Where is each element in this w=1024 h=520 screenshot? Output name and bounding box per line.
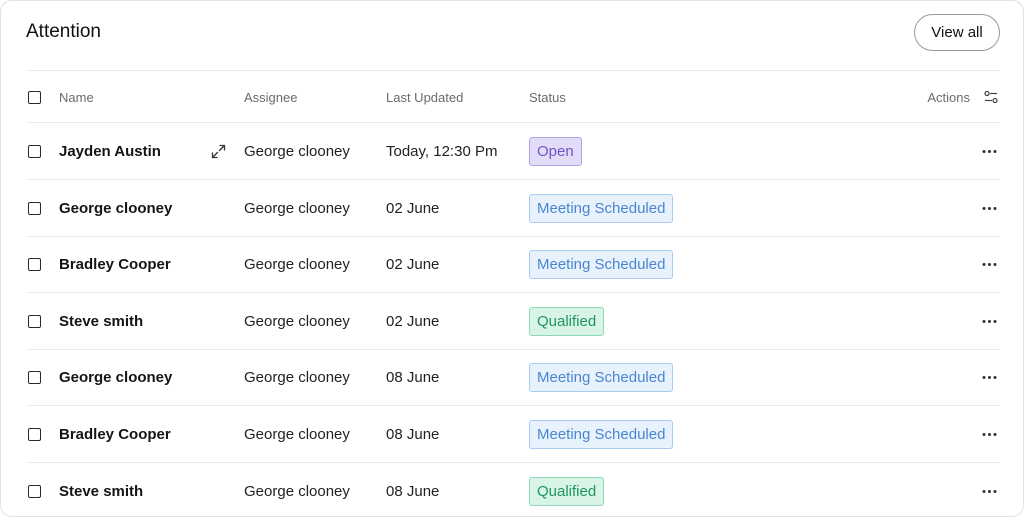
row-name[interactable]: Bradley Cooper xyxy=(59,236,171,293)
row-last-updated: 08 June xyxy=(386,369,440,387)
column-header-actions: Actions xyxy=(927,90,970,105)
status-badge: Meeting Scheduled xyxy=(529,363,674,393)
row-name[interactable]: George clooney xyxy=(59,180,172,237)
row-last-updated: 08 June xyxy=(386,426,440,443)
more-horizontal-icon[interactable] xyxy=(982,319,997,324)
row-name[interactable]: Bradley Cooper xyxy=(59,406,171,463)
table-header: Name Assignee Last Updated Status Action… xyxy=(26,72,1000,123)
row-assignee: George clooney xyxy=(244,199,350,217)
status-badge: Meeting Scheduled xyxy=(529,193,674,223)
more-horizontal-icon[interactable] xyxy=(982,432,997,437)
row-assignee: George clooney xyxy=(244,482,350,500)
column-header-assignee[interactable]: Assignee xyxy=(244,72,297,123)
more-horizontal-icon[interactable] xyxy=(982,206,997,211)
column-header-last-updated[interactable]: Last Updated xyxy=(386,72,463,123)
row-assignee: George clooney xyxy=(244,256,350,274)
more-horizontal-icon[interactable] xyxy=(982,375,997,380)
filter-settings-icon[interactable] xyxy=(984,90,998,104)
status-badge: Open xyxy=(529,137,582,166)
row-checkbox[interactable] xyxy=(28,201,41,215)
card-header: Attention View all xyxy=(26,1,1000,71)
row-assignee: George clooney xyxy=(244,426,350,443)
table-row[interactable]: Bradley Cooper George clooney 08 June Me… xyxy=(26,406,1000,463)
table-row[interactable]: Steve smith George clooney 08 June Quali… xyxy=(26,463,1000,520)
row-checkbox[interactable] xyxy=(28,258,41,272)
row-checkbox[interactable] xyxy=(28,371,41,385)
table-row[interactable]: George clooney George clooney 02 June Me… xyxy=(26,180,1000,237)
status-badge: Qualified xyxy=(529,476,605,506)
row-assignee: George clooney xyxy=(244,143,350,160)
row-checkbox[interactable] xyxy=(28,484,41,498)
more-horizontal-icon[interactable] xyxy=(982,262,997,267)
column-header-status[interactable]: Status xyxy=(529,72,566,123)
more-horizontal-icon[interactable] xyxy=(982,149,997,154)
row-checkbox[interactable] xyxy=(28,428,41,441)
row-last-updated: 02 June xyxy=(386,256,440,274)
row-name[interactable]: Steve smith xyxy=(59,293,143,350)
row-name[interactable]: George clooney xyxy=(59,349,172,406)
column-header-name[interactable]: Name xyxy=(59,72,94,123)
select-all-checkbox[interactable] xyxy=(28,91,41,104)
table-row[interactable]: Bradley Cooper George clooney 02 June Me… xyxy=(26,236,1000,294)
expand-icon[interactable] xyxy=(211,144,226,159)
attention-card: Attention View all Name Assignee Last Up… xyxy=(0,0,1024,517)
row-last-updated: Today, 12:30 Pm xyxy=(386,143,498,160)
row-assignee: George clooney xyxy=(244,312,350,330)
status-badge: Meeting Scheduled xyxy=(529,250,674,280)
row-checkbox[interactable] xyxy=(28,314,41,328)
card-title: Attention xyxy=(26,21,101,42)
table-row[interactable]: George clooney George clooney 08 June Me… xyxy=(26,349,1000,407)
row-name[interactable]: Steve smith xyxy=(59,463,143,520)
status-badge: Meeting Scheduled xyxy=(529,420,674,449)
row-assignee: George clooney xyxy=(244,369,350,387)
table-row[interactable]: Jayden Austin George clooney Today, 12:3… xyxy=(26,123,1000,180)
status-badge: Qualified xyxy=(529,306,605,336)
more-horizontal-icon[interactable] xyxy=(982,489,997,494)
view-all-button[interactable]: View all xyxy=(914,14,1000,51)
row-checkbox[interactable] xyxy=(28,145,41,158)
row-last-updated: 02 June xyxy=(386,199,440,217)
row-name[interactable]: Jayden Austin xyxy=(59,123,161,180)
table-row[interactable]: Steve smith George clooney 02 June Quali… xyxy=(26,293,1000,350)
row-last-updated: 02 June xyxy=(386,312,440,330)
row-last-updated: 08 June xyxy=(386,482,440,500)
